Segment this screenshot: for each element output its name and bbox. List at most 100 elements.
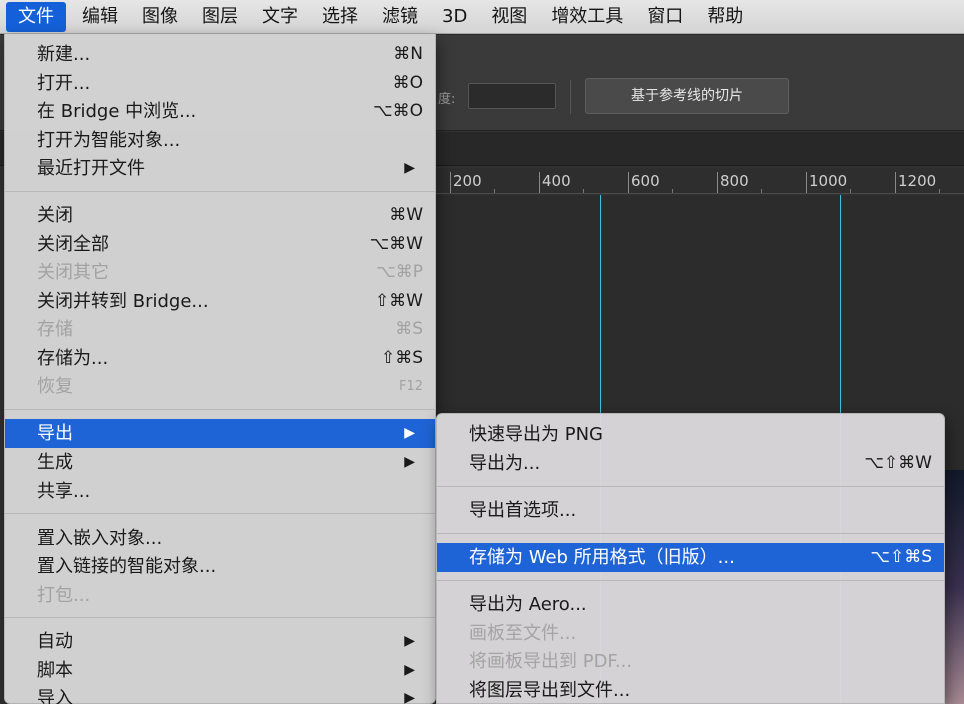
- triangle-right-icon: ▶: [404, 454, 415, 470]
- ruler-label: 400: [542, 172, 571, 190]
- menu-item-open-as-smart-object[interactable]: 打开为智能对象...: [5, 126, 435, 155]
- ruler-tick: [717, 172, 718, 193]
- menu-item-shortcut: F12: [398, 379, 423, 394]
- menu-item-automate[interactable]: 自动 ▶: [5, 627, 435, 656]
- menu-item-generate[interactable]: 生成 ▶: [5, 448, 435, 477]
- options-bar-field[interactable]: [468, 83, 556, 109]
- ruler-tick: [628, 172, 629, 193]
- menu-item-label: 关闭并转到 Bridge...: [37, 291, 209, 312]
- ruler-label: 200: [453, 172, 482, 190]
- menu-type[interactable]: 文字: [250, 0, 310, 34]
- submenu-item-label: 存储为 Web 所用格式（旧版）...: [469, 547, 735, 568]
- menu-item-shortcut: ⇧⌘W: [374, 291, 423, 311]
- ruler-label: 1200: [898, 172, 937, 190]
- submenu-item-label: 将画板导出到 PDF...: [469, 651, 633, 672]
- menu-item-shortcut: ⌘W: [389, 205, 423, 225]
- menu-item-browse-in-bridge[interactable]: 在 Bridge 中浏览... ⌥⌘O: [5, 97, 435, 126]
- menu-layer[interactable]: 图层: [190, 0, 250, 34]
- submenu-item-quick-export-png[interactable]: 快速导出为 PNG: [437, 420, 944, 449]
- menu-item-label: 置入链接的智能对象...: [37, 556, 217, 577]
- menu-item-place-embedded[interactable]: 置入嵌入对象...: [5, 524, 435, 553]
- menu-image[interactable]: 图像: [130, 0, 190, 34]
- ruler-minor-tick: [850, 189, 851, 193]
- submenu-item-label: 画板至文件...: [469, 623, 577, 644]
- submenu-item-save-for-web[interactable]: 存储为 Web 所用格式（旧版）... ⌥⇧⌘S: [437, 543, 944, 572]
- ruler-label: 800: [720, 172, 749, 190]
- menu-item-label: 存储为...: [37, 348, 109, 369]
- ruler-tick: [450, 172, 451, 193]
- menu-item-label: 新建...: [37, 44, 91, 65]
- menu-item-label: 恢复: [37, 376, 73, 397]
- menu-item-label: 置入嵌入对象...: [37, 528, 163, 549]
- ruler-tick: [895, 172, 896, 193]
- submenu-item-layers-to-files[interactable]: 将图层导出到文件...: [437, 676, 944, 704]
- menu-item-import[interactable]: 导入 ▶: [5, 684, 435, 704]
- menu-item-close-all[interactable]: 关闭全部 ⌥⌘W: [5, 230, 435, 259]
- menu-item-close-and-go-to-bridge[interactable]: 关闭并转到 Bridge... ⇧⌘W: [5, 287, 435, 316]
- menu-item-revert: 恢复 F12: [5, 372, 435, 401]
- ruler-tick: [539, 172, 540, 193]
- menu-item-package: 打包...: [5, 581, 435, 610]
- menu-3d[interactable]: 3D: [430, 0, 479, 34]
- menu-item-close[interactable]: 关闭 ⌘W: [5, 201, 435, 230]
- menu-item-open[interactable]: 打开... ⌘O: [5, 69, 435, 98]
- menu-view[interactable]: 视图: [479, 0, 539, 34]
- triangle-right-icon: ▶: [404, 690, 415, 704]
- menu-item-new[interactable]: 新建... ⌘N: [5, 40, 435, 69]
- submenu-item-label: 导出首选项...: [469, 500, 577, 521]
- menu-item-place-linked[interactable]: 置入链接的智能对象...: [5, 552, 435, 581]
- menu-item-share[interactable]: 共享...: [5, 477, 435, 506]
- triangle-right-icon: ▶: [404, 662, 415, 678]
- menu-item-open-recent[interactable]: 最近打开文件 ▶: [5, 154, 435, 183]
- triangle-right-icon: ▶: [404, 425, 415, 441]
- ruler-minor-tick: [761, 189, 762, 193]
- submenu-item-export-to-aero[interactable]: 导出为 Aero...: [437, 590, 944, 619]
- menu-item-shortcut: ⌥⌘O: [373, 101, 423, 121]
- menu-item-label: 打开为智能对象...: [37, 130, 181, 151]
- menu-select[interactable]: 选择: [310, 0, 370, 34]
- ruler-minor-tick: [494, 189, 495, 193]
- menu-separator: [5, 617, 435, 618]
- menu-item-shortcut: ⌘S: [395, 319, 423, 339]
- options-bar-label: 度:: [438, 92, 456, 107]
- submenu-item-label: 导出为...: [469, 453, 541, 474]
- menu-item-save-as[interactable]: 存储为... ⇧⌘S: [5, 344, 435, 373]
- options-bar-divider: [570, 80, 571, 114]
- triangle-right-icon: ▶: [404, 160, 415, 176]
- menu-separator: [5, 191, 435, 192]
- triangle-right-icon: ▶: [404, 633, 415, 649]
- submenu-item-shortcut: ⌥⇧⌘S: [870, 547, 932, 567]
- ruler-minor-tick: [672, 189, 673, 193]
- submenu-item-label: 将图层导出到文件...: [469, 680, 631, 701]
- menu-item-label: 导入: [37, 688, 73, 704]
- menu-help[interactable]: 帮助: [695, 0, 755, 34]
- menu-separator: [5, 409, 435, 410]
- menu-item-label: 关闭全部: [37, 234, 109, 255]
- menu-item-label: 打包...: [37, 585, 91, 606]
- ruler-minor-tick: [583, 189, 584, 193]
- submenu-item-export-as[interactable]: 导出为... ⌥⇧⌘W: [437, 449, 944, 478]
- menu-item-label: 关闭: [37, 205, 73, 226]
- menu-item-shortcut: ⌥⌘P: [376, 262, 423, 282]
- ruler-minor-tick: [939, 189, 940, 193]
- horizontal-ruler[interactable]: 200 400 600 800 1000 1200: [436, 168, 964, 194]
- menu-edit[interactable]: 编辑: [70, 0, 130, 34]
- menu-file[interactable]: 文件: [6, 1, 66, 32]
- menu-window[interactable]: 窗口: [635, 0, 695, 34]
- menu-item-shortcut: ⌘N: [393, 44, 423, 64]
- submenu-item-export-preferences[interactable]: 导出首选项...: [437, 496, 944, 525]
- submenu-item-shortcut: ⌥⇧⌘W: [864, 453, 932, 473]
- menu-separator: [437, 533, 944, 534]
- menu-item-label: 生成: [37, 452, 73, 473]
- ruler-tick: [806, 172, 807, 193]
- menu-item-scripts[interactable]: 脚本 ▶: [5, 656, 435, 685]
- menu-filter[interactable]: 滤镜: [370, 0, 430, 34]
- menu-item-export[interactable]: 导出 ▶: [5, 419, 435, 448]
- menu-plugins[interactable]: 增效工具: [539, 0, 635, 34]
- slices-from-guides-button[interactable]: 基于参考线的切片: [585, 78, 789, 114]
- menu-separator: [437, 486, 944, 487]
- menu-item-label: 最近打开文件: [37, 158, 145, 179]
- menu-item-shortcut: ⇧⌘S: [380, 348, 423, 368]
- menu-item-close-others: 关闭其它 ⌥⌘P: [5, 258, 435, 287]
- ruler-label: 600: [631, 172, 660, 190]
